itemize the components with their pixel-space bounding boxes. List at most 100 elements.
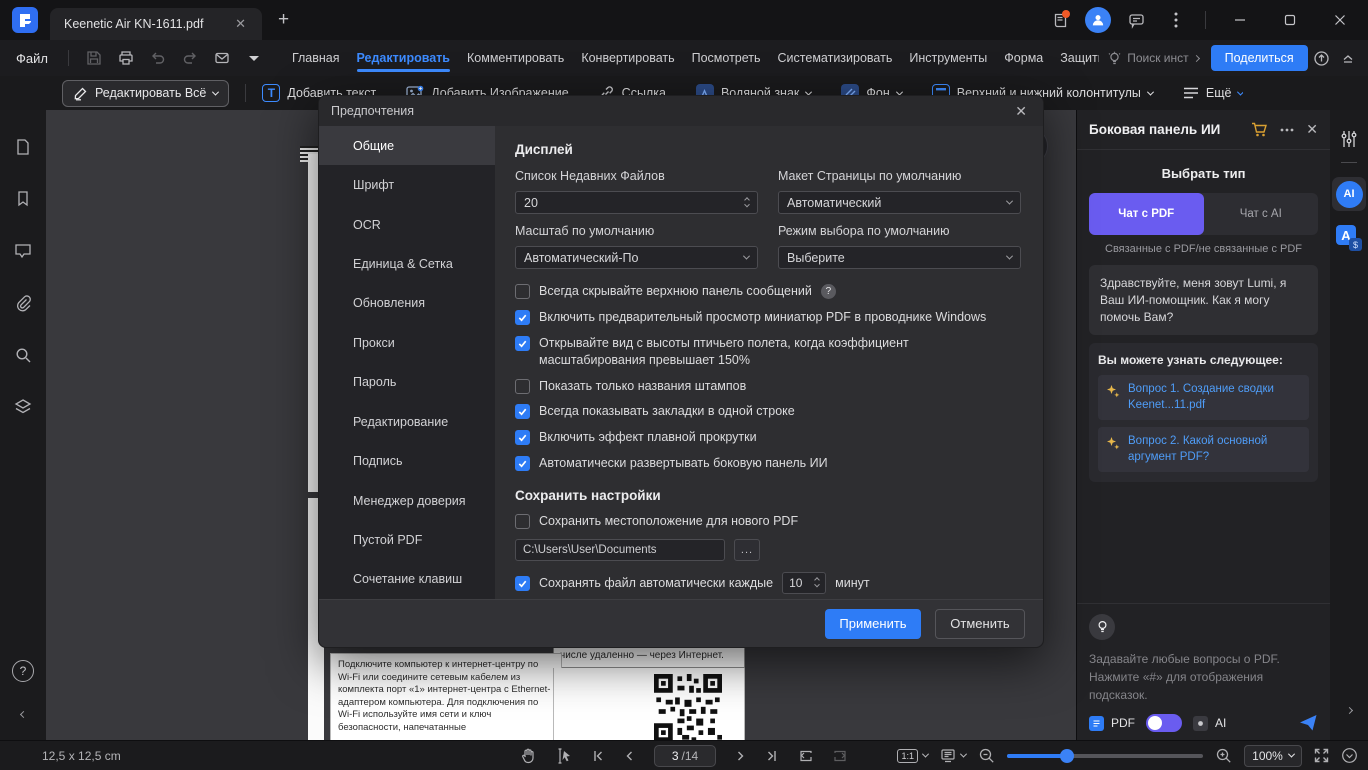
pdf-ai-switch[interactable] (1146, 714, 1182, 732)
zoom-percent-select[interactable]: 100% (1244, 744, 1302, 767)
preference-checkbox-row[interactable]: Всегда скрывайте верхнюю панель сообщени… (515, 283, 1017, 300)
dialog-close-icon[interactable]: ✕ (1011, 103, 1031, 120)
ai-suggestion-item[interactable]: Вопрос 1. Создание сводки Keenet...11.pd… (1098, 375, 1309, 421)
preference-checkbox-row[interactable]: Включить предварительный просмотр миниат… (515, 309, 1017, 326)
checkbox[interactable] (515, 514, 530, 529)
menu-tab[interactable]: Систематизировать (771, 42, 900, 74)
dialog-header[interactable]: Предпочтения ✕ (319, 96, 1043, 126)
dialog-sidebar-item[interactable]: Менеджер доверия (319, 481, 495, 520)
dialog-sidebar-item[interactable]: Единица & Сетка (319, 244, 495, 283)
last-page-icon[interactable] (766, 750, 778, 762)
checkbox[interactable] (515, 309, 530, 325)
translate-icon[interactable]: A $ (1336, 225, 1362, 251)
preference-checkbox-row[interactable]: Всегда показывать закладки в одной строк… (515, 403, 1017, 420)
search-tools[interactable]: Поиск инст (1107, 51, 1200, 66)
zoom-out-icon[interactable] (978, 747, 995, 764)
save-path-input[interactable]: C:\Users\User\Documents (515, 538, 725, 561)
collapse-sidebar-icon[interactable] (19, 704, 27, 722)
dialog-sidebar-item[interactable]: Шрифт (319, 165, 495, 204)
zoom-slider-thumb[interactable] (1060, 748, 1074, 763)
ai-sidebar-toggle[interactable]: AI (1332, 177, 1366, 211)
lightbulb-icon[interactable] (1089, 614, 1115, 640)
prev-page-icon[interactable] (624, 750, 634, 762)
cart-icon[interactable] (1251, 122, 1268, 138)
checkbox[interactable] (515, 335, 530, 351)
chat-with-pdf-tab[interactable]: Чат с PDF (1089, 193, 1204, 235)
feedback-icon[interactable] (1121, 5, 1151, 35)
fullscreen-icon[interactable] (1314, 748, 1329, 763)
tab-close-icon[interactable]: ✕ (229, 14, 252, 34)
dialog-sidebar-item[interactable]: Пароль (319, 363, 495, 402)
dialog-sidebar-item[interactable]: Прокси (319, 323, 495, 362)
checkbox[interactable] (515, 430, 530, 446)
select-mode-select[interactable]: Выберите (778, 246, 1021, 269)
checkbox[interactable] (515, 456, 530, 472)
redo-icon[interactable] (181, 49, 199, 67)
statusbar-collapse-icon[interactable] (1341, 747, 1358, 764)
dialog-sidebar-item[interactable]: Обновления (319, 284, 495, 323)
close-window-button[interactable] (1320, 5, 1360, 35)
preference-checkbox-row[interactable]: Показать только названия штампов ? (515, 378, 1017, 395)
apply-button[interactable]: Применить (825, 608, 921, 639)
default-zoom-select[interactable]: Автоматический-По (515, 246, 758, 269)
zoom-in-icon[interactable] (1215, 747, 1232, 764)
dialog-sidebar-item[interactable]: Подпись (319, 441, 495, 480)
page-layout-select[interactable]: Автоматический (778, 191, 1021, 214)
cancel-button[interactable]: Отменить (935, 608, 1025, 639)
checkbox[interactable] (515, 284, 530, 299)
expand-panel-icon[interactable] (1345, 700, 1353, 718)
document-tab[interactable]: Keenetic Air KN-1611.pdf ✕ (50, 8, 262, 40)
thumbnails-icon[interactable] (8, 132, 38, 162)
dialog-sidebar-item[interactable]: Редактирование (319, 402, 495, 441)
zoom-slider[interactable] (1007, 748, 1203, 763)
chat-with-ai-tab[interactable]: Чат с AI (1204, 193, 1319, 235)
menu-tab[interactable]: Комментировать (460, 42, 571, 74)
checkbox[interactable] (515, 378, 530, 394)
checkbox[interactable] (515, 404, 530, 420)
menu-tab[interactable]: Главная (285, 42, 347, 74)
send-icon[interactable] (1299, 714, 1318, 732)
panel-close-icon[interactable]: ✕ (1306, 121, 1318, 138)
save-location-row[interactable]: Сохранить местоположение для нового PDF (515, 513, 1017, 530)
upload-cloud-icon[interactable] (1308, 45, 1335, 71)
hand-tool-icon[interactable] (520, 748, 536, 764)
search-icon[interactable] (8, 340, 38, 370)
spinner-arrows-icon[interactable] (744, 196, 750, 208)
layers-icon[interactable] (8, 392, 38, 422)
print-icon[interactable] (117, 49, 135, 67)
autosave-row[interactable]: Сохранять файл автоматически каждые 10 м… (515, 571, 1017, 594)
comments-icon[interactable] (8, 236, 38, 266)
maximize-button[interactable] (1270, 5, 1310, 35)
next-page-icon[interactable] (736, 750, 746, 762)
share-button[interactable]: Поделиться (1210, 45, 1308, 71)
dialog-sidebar-item[interactable]: Сочетание клавиш (319, 560, 495, 599)
dialog-sidebar-item[interactable]: Пустой PDF (319, 520, 495, 559)
more-tools-button[interactable]: Ещё (1183, 86, 1244, 100)
actual-size-control[interactable]: 1:1 (897, 748, 930, 763)
dialog-sidebar-item[interactable]: OCR (319, 205, 495, 244)
menu-tab[interactable]: Редактировать (350, 42, 457, 74)
menu-tab[interactable]: Защитить (1053, 42, 1099, 74)
help-icon[interactable]: ? (820, 284, 836, 299)
select-tool-icon[interactable] (556, 747, 572, 764)
dialog-sidebar-item[interactable]: Общие (319, 126, 495, 166)
edit-all-button[interactable]: Редактировать Всё (62, 79, 230, 107)
browse-button[interactable]: ... (734, 538, 760, 561)
whats-new-icon[interactable] (1045, 5, 1075, 35)
next-view-icon[interactable] (833, 749, 848, 763)
bookmarks-icon[interactable] (8, 184, 38, 214)
help-icon[interactable]: ? (12, 660, 34, 682)
email-icon[interactable] (213, 49, 231, 67)
menu-tab[interactable]: Форма (997, 42, 1050, 74)
minimize-button[interactable] (1220, 5, 1260, 35)
prev-view-icon[interactable] (798, 749, 813, 763)
recent-files-spinner[interactable]: 20 (515, 191, 758, 214)
save-icon[interactable] (85, 49, 103, 67)
new-tab-button[interactable]: + (278, 9, 289, 31)
checkbox[interactable] (515, 575, 530, 591)
page-number-box[interactable]: 3 /14 (654, 744, 716, 767)
preference-checkbox-row[interactable]: Включить эффект плавной прокрутки ? (515, 429, 1017, 446)
file-menu[interactable]: Файл (0, 51, 62, 66)
attachments-icon[interactable] (8, 288, 38, 318)
properties-sliders-icon[interactable] (1340, 130, 1358, 148)
